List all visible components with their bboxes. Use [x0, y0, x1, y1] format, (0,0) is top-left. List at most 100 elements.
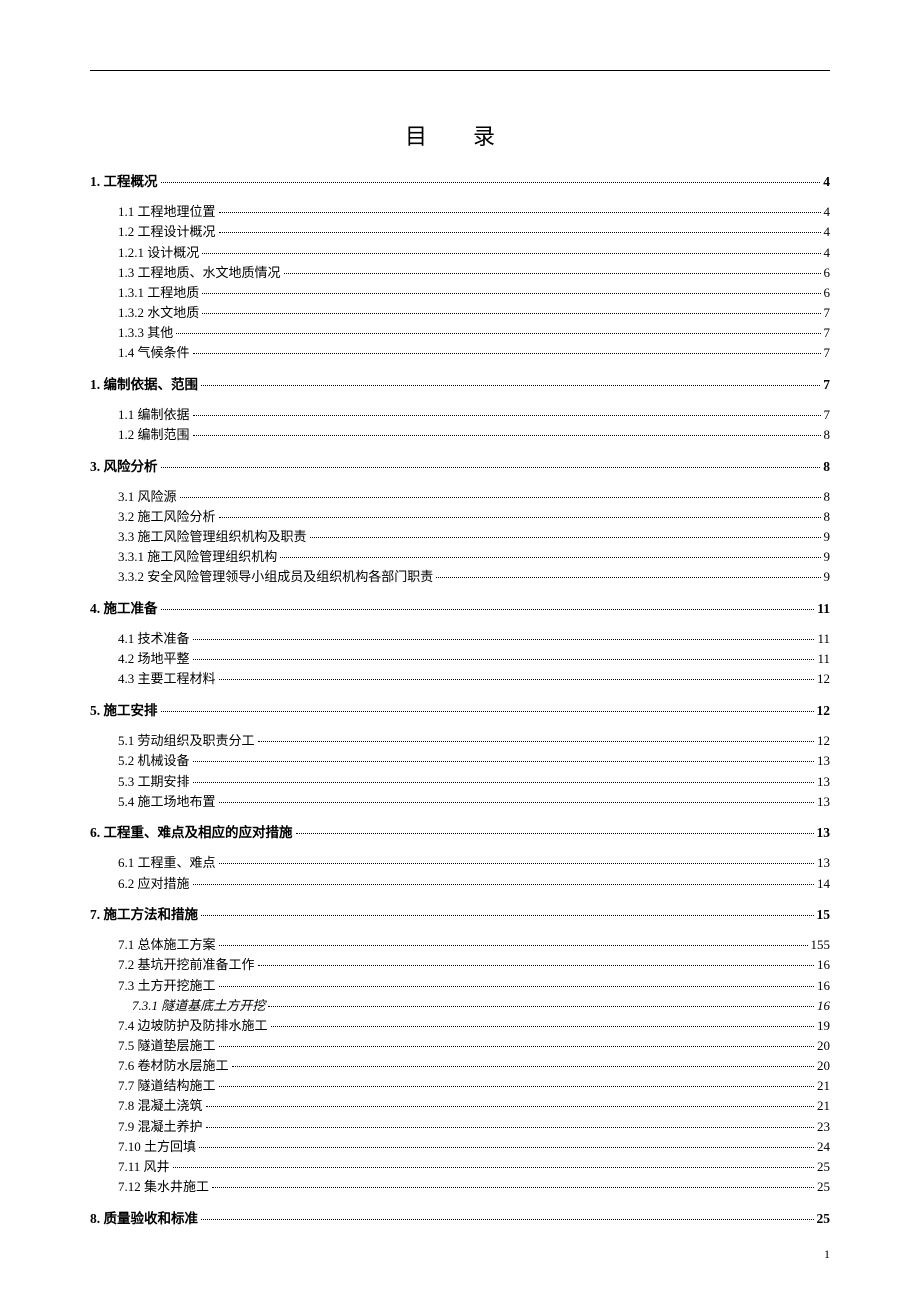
- toc-entry[interactable]: 1.1 工程地理位置 4: [90, 203, 830, 221]
- toc-entry-label: 7.9 混凝土养护: [118, 1118, 203, 1136]
- toc-leader: [193, 353, 821, 354]
- toc-entry[interactable]: 3.1 风险源 8: [90, 488, 830, 506]
- toc-entry[interactable]: 1.3.3 其他 7: [90, 324, 830, 342]
- toc-leader: [202, 253, 820, 254]
- toc-entry[interactable]: 5.2 机械设备 13: [90, 752, 830, 770]
- toc-entry-label: 5.4 施工场地布置: [118, 793, 216, 811]
- toc-leader: [161, 182, 821, 183]
- toc-leader: [180, 497, 821, 498]
- toc-entry[interactable]: 7.3.1 隧道基底土方开挖 16: [90, 997, 830, 1015]
- toc-entry[interactable]: 1.3 工程地质、水文地质情况 6: [90, 264, 830, 282]
- toc-entry-page: 9: [824, 528, 831, 546]
- toc-entry-page: 7: [823, 376, 830, 394]
- toc-entry[interactable]: 1.1 编制依据 7: [90, 406, 830, 424]
- toc-entry-label: 7.8 混凝土浇筑: [118, 1097, 203, 1115]
- document-page: 目 录 1. 工程概况 41.1 工程地理位置 41.2 工程设计概况 41.2…: [0, 0, 920, 1302]
- toc-entry-label: 4. 施工准备: [90, 600, 158, 618]
- toc-entry-label: 7.10 土方回填: [118, 1138, 196, 1156]
- toc-entry[interactable]: 1. 工程概况 4: [90, 173, 830, 191]
- toc-entry[interactable]: 1. 编制依据、范围 7: [90, 376, 830, 394]
- toc-entry-page: 13: [817, 752, 830, 770]
- toc-entry[interactable]: 7.9 混凝土养护 23: [90, 1118, 830, 1136]
- toc-leader: [161, 467, 821, 468]
- toc-entry-page: 6: [824, 264, 831, 282]
- toc-entry-label: 3. 风险分析: [90, 458, 158, 476]
- toc-entry[interactable]: 7.11 风井 25: [90, 1158, 830, 1176]
- toc-entry-label: 1.3.3 其他: [118, 324, 173, 342]
- toc-entry[interactable]: 5. 施工安排 12: [90, 702, 830, 720]
- toc-entry[interactable]: 4. 施工准备 11: [90, 600, 830, 618]
- toc-entry[interactable]: 7.10 土方回填 24: [90, 1138, 830, 1156]
- toc-leader: [201, 915, 814, 916]
- toc-entry-page: 14: [817, 875, 830, 893]
- toc-entry[interactable]: 6.2 应对措施 14: [90, 875, 830, 893]
- toc-leader: [193, 659, 815, 660]
- toc-entry[interactable]: 8. 质量验收和标准 25: [90, 1210, 830, 1228]
- toc-leader: [219, 1086, 814, 1087]
- toc-entry-page: 8: [824, 508, 831, 526]
- toc-leader: [284, 273, 821, 274]
- toc-entry[interactable]: 5.1 劳动组织及职责分工 12: [90, 732, 830, 750]
- toc-entry[interactable]: 1.4 气候条件 7: [90, 344, 830, 362]
- toc-entry[interactable]: 7. 施工方法和措施 15: [90, 906, 830, 924]
- toc-entry-page: 25: [817, 1210, 831, 1228]
- toc-entry[interactable]: 1.2 编制范围 8: [90, 426, 830, 444]
- toc-entry[interactable]: 3. 风险分析 8: [90, 458, 830, 476]
- toc-entry[interactable]: 7.12 集水井施工 25: [90, 1178, 830, 1196]
- toc-leader: [212, 1187, 814, 1188]
- toc-entry-page: 7: [824, 344, 831, 362]
- toc-entry[interactable]: 7.4 边坡防护及防排水施工 19: [90, 1017, 830, 1035]
- toc-entry-page: 155: [811, 936, 831, 954]
- toc-entry[interactable]: 4.2 场地平整 11: [90, 650, 830, 668]
- toc-entry[interactable]: 3.3 施工风险管理组织机构及职责 9: [90, 528, 830, 546]
- toc-leader: [310, 537, 821, 538]
- toc-entry[interactable]: 3.3.1 施工风险管理组织机构 9: [90, 548, 830, 566]
- toc-leader: [161, 609, 815, 610]
- toc-entry[interactable]: 3.2 施工风险分析 8: [90, 508, 830, 526]
- toc-entry[interactable]: 6. 工程重、难点及相应的应对措施 13: [90, 824, 830, 842]
- toc-entry[interactable]: 5.3 工期安排 13: [90, 773, 830, 791]
- toc-entry[interactable]: 1.2.1 设计概况 4: [90, 244, 830, 262]
- toc-entry[interactable]: 4.1 技术准备 11: [90, 630, 830, 648]
- toc-entry-page: 8: [824, 426, 831, 444]
- toc-entry-page: 8: [823, 458, 830, 476]
- toc-entry[interactable]: 6.1 工程重、难点 13: [90, 854, 830, 872]
- toc-leader: [201, 1219, 814, 1220]
- toc-leader: [436, 577, 820, 578]
- toc-entry[interactable]: 3.3.2 安全风险管理领导小组成员及组织机构各部门职责 9: [90, 568, 830, 586]
- toc-entry-label: 4.2 场地平整: [118, 650, 190, 668]
- toc-leader: [258, 965, 814, 966]
- toc-entry[interactable]: 7.2 基坑开挖前准备工作 16: [90, 956, 830, 974]
- toc-entry-page: 11: [817, 650, 830, 668]
- toc-leader: [173, 1167, 814, 1168]
- toc-entry[interactable]: 7.6 卷材防水层施工 20: [90, 1057, 830, 1075]
- toc-entry[interactable]: 1.3.2 水文地质 7: [90, 304, 830, 322]
- toc-leader: [219, 517, 821, 518]
- toc-entry-label: 4.1 技术准备: [118, 630, 190, 648]
- toc-entry[interactable]: 7.3 土方开挖施工 16: [90, 977, 830, 995]
- toc-entry-label: 7.1 总体施工方案: [118, 936, 216, 954]
- toc-entry[interactable]: 7.7 隧道结构施工 21: [90, 1077, 830, 1095]
- toc-entry-page: 12: [817, 702, 831, 720]
- toc-entry[interactable]: 7.5 隧道垫层施工 20: [90, 1037, 830, 1055]
- toc-entry-label: 1. 编制依据、范围: [90, 376, 198, 394]
- toc-leader: [219, 1046, 814, 1047]
- toc-entry-label: 7.3.1 隧道基底土方开挖: [132, 997, 265, 1015]
- toc-entry[interactable]: 4.3 主要工程材料 12: [90, 670, 830, 688]
- toc-entry[interactable]: 1.2 工程设计概况 4: [90, 223, 830, 241]
- toc-leader: [193, 761, 814, 762]
- toc-entry-label: 7.2 基坑开挖前准备工作: [118, 956, 255, 974]
- toc-entry-label: 5.3 工期安排: [118, 773, 190, 791]
- toc-leader: [202, 293, 820, 294]
- toc-entry-label: 1.4 气候条件: [118, 344, 190, 362]
- table-of-contents: 1. 工程概况 4 1.1 工程地理位置 4 1.2 工程设计概况 4 1.2.1 设…: [90, 173, 830, 1228]
- toc-entry[interactable]: 7.1 总体施工方案 155: [90, 936, 830, 954]
- toc-entry-page: 25: [817, 1178, 830, 1196]
- toc-entry-page: 7: [824, 304, 831, 322]
- toc-entry[interactable]: 1.3.1 工程地质 6: [90, 284, 830, 302]
- toc-entry-label: 1.3 工程地质、水文地质情况: [118, 264, 281, 282]
- toc-entry[interactable]: 7.8 混凝土浇筑 21: [90, 1097, 830, 1115]
- toc-entry-label: 4.3 主要工程材料: [118, 670, 216, 688]
- toc-entry[interactable]: 5.4 施工场地布置 13: [90, 793, 830, 811]
- toc-entry-page: 24: [817, 1138, 830, 1156]
